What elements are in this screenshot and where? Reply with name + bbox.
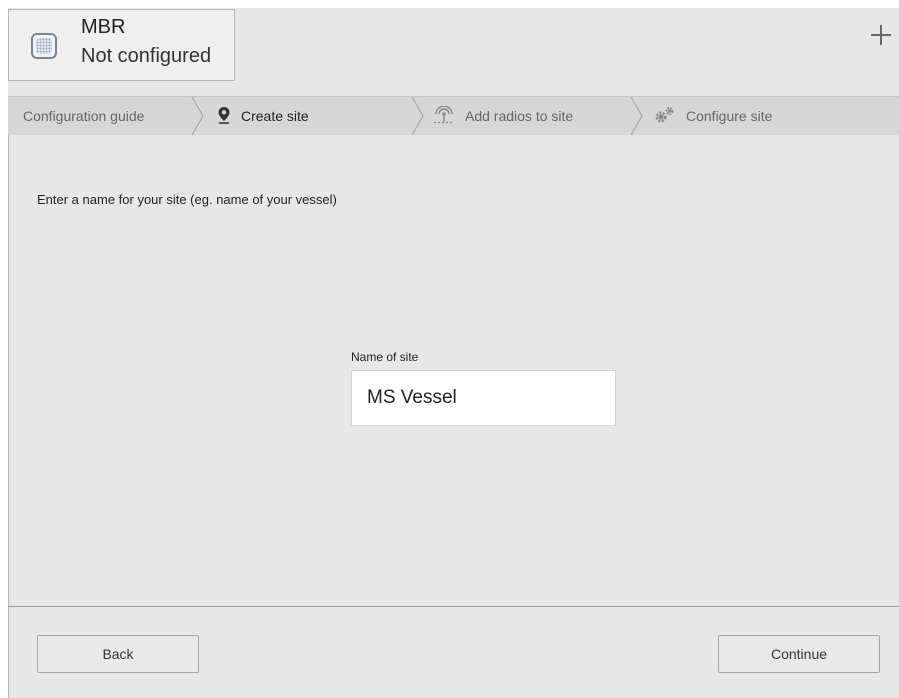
- step-create-site[interactable]: Create site: [217, 97, 309, 135]
- instruction-text: Enter a name for your site (eg. name of …: [37, 192, 337, 207]
- step-label: Create site: [241, 108, 309, 124]
- radio-antenna-icon: [433, 104, 455, 127]
- site-name-label: Name of site: [351, 350, 419, 364]
- back-button[interactable]: Back: [37, 635, 199, 673]
- content-border: [8, 135, 9, 698]
- step-configure-site[interactable]: Configure site: [654, 97, 772, 135]
- device-card[interactable]: MBR Not configured: [8, 9, 235, 81]
- step-label: Configure site: [686, 108, 773, 124]
- site-name-input[interactable]: [351, 370, 616, 426]
- step-separator-icon: [411, 97, 424, 136]
- device-status: Not configured: [81, 45, 212, 67]
- location-pin-icon: [217, 106, 231, 127]
- step-separator-icon: [191, 97, 204, 136]
- step-label: Configuration guide: [23, 108, 145, 124]
- device-name: MBR: [81, 16, 126, 38]
- continue-button[interactable]: Continue: [718, 635, 880, 673]
- step-add-radios[interactable]: Add radios to site: [433, 97, 573, 135]
- gears-icon: [654, 106, 676, 127]
- step-configuration-guide[interactable]: Configuration guide: [23, 97, 144, 135]
- configuration-wizard: MBR Not configured Configuration guide C…: [8, 8, 899, 698]
- wizard-steps: Configuration guide Create site Add radi…: [8, 96, 899, 136]
- step-separator-icon: [630, 97, 643, 136]
- step-label: Add radios to site: [465, 108, 574, 124]
- add-device-button[interactable]: [869, 23, 893, 47]
- footer-divider: [8, 606, 899, 607]
- device-icon: [31, 33, 57, 59]
